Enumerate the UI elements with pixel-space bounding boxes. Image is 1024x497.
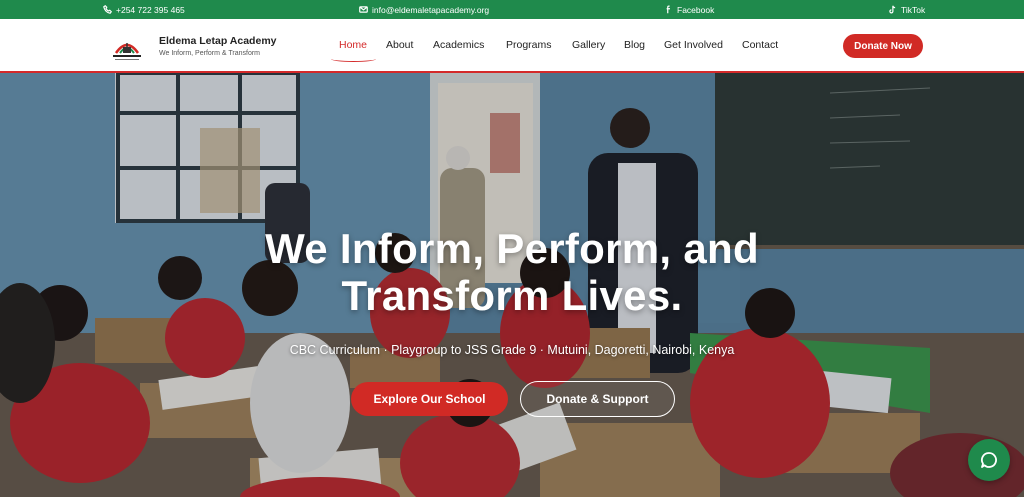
email-address: info@eldemaletapacademy.org [372, 4, 490, 15]
nav-about[interactable]: About [386, 39, 413, 51]
phone-icon [103, 5, 112, 14]
nav-programs[interactable]: Programs [506, 39, 552, 51]
nav-active-indicator [331, 56, 376, 62]
brand-tagline: We Inform, Perform & Transform [159, 50, 261, 57]
phone-number: +254 722 395 465 [116, 4, 185, 15]
donate-support-button[interactable]: Donate & Support [520, 381, 675, 417]
nav-gallery[interactable]: Gallery [572, 39, 605, 51]
nav-home[interactable]: Home [339, 39, 367, 51]
nav-contact[interactable]: Contact [742, 39, 778, 51]
tiktok-link[interactable]: TikTok [888, 0, 925, 19]
nav-get-involved[interactable]: Get Involved [664, 39, 723, 51]
facebook-icon [666, 5, 670, 14]
nav-blog[interactable]: Blog [624, 39, 645, 51]
chat-bubble-icon [980, 452, 997, 468]
academy-logo[interactable] [110, 33, 144, 63]
mail-icon [359, 6, 368, 13]
phone-link[interactable]: +254 722 395 465 [103, 0, 185, 19]
chat-button[interactable] [968, 439, 1010, 481]
facebook-link[interactable]: Facebook [664, 0, 714, 19]
hero-title: We Inform, Perform, and Transform Lives. [0, 225, 1024, 319]
hero-subtitle: CBC Curriculum · Playgroup to JSS Grade … [289, 343, 735, 357]
donate-now-button[interactable]: Donate Now [843, 34, 923, 58]
nav-academics[interactable]: Academics [433, 39, 484, 51]
email-link[interactable]: info@eldemaletapacademy.org [359, 0, 489, 19]
brand-name[interactable]: Eldema Letap Academy [159, 35, 277, 47]
site-header: Eldema Letap Academy We Inform, Perform … [0, 19, 1024, 73]
tiktok-icon [889, 5, 896, 14]
hero-section: We Inform, Perform, and Transform Lives.… [0, 73, 1024, 497]
explore-school-button[interactable]: Explore Our School [351, 382, 508, 416]
hero-title-line-1: We Inform, Perform, and [265, 225, 759, 272]
tiktok-label: TikTok [901, 4, 926, 15]
top-contact-bar: +254 722 395 465 info@eldemaletapacademy… [0, 0, 1024, 19]
facebook-label: Facebook [677, 4, 715, 15]
hero-title-line-2: Transform Lives. [341, 272, 683, 319]
